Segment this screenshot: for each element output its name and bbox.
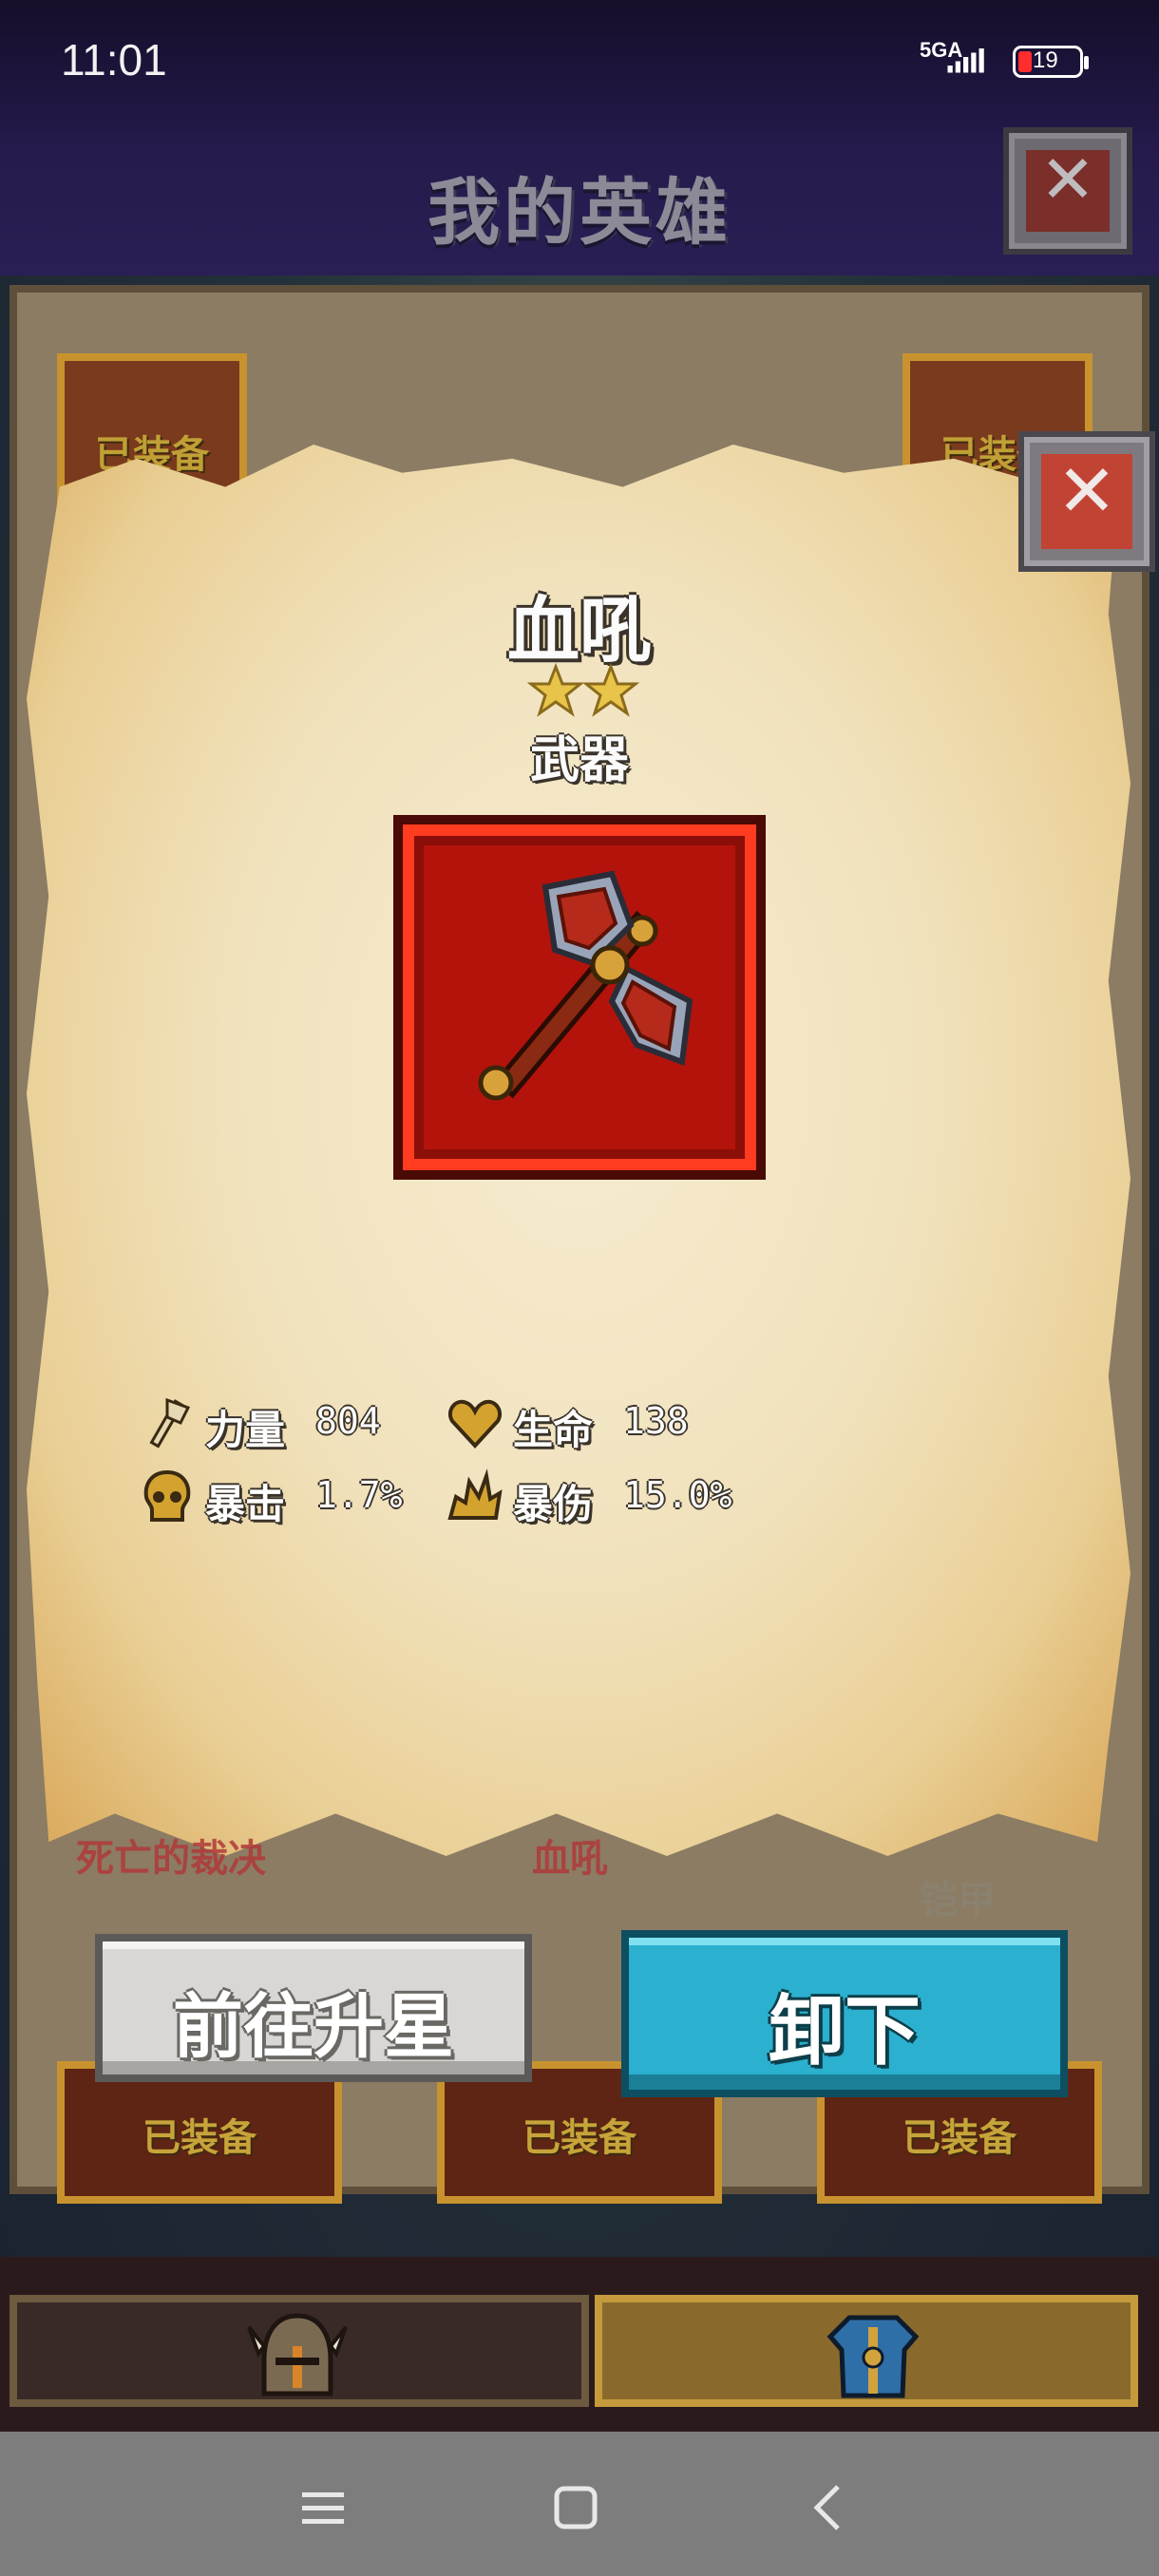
popup-close-button[interactable]: ✕ (1018, 431, 1155, 572)
close-icon: ✕ (1056, 448, 1117, 533)
helmet-icon (247, 2313, 348, 2396)
header-close-button[interactable]: ✕ (1003, 127, 1132, 255)
battery-level: 19 (1033, 47, 1058, 73)
home-icon[interactable] (538, 2470, 614, 2546)
close-icon: ✕ (1039, 141, 1096, 218)
system-nav-bar (0, 2432, 1159, 2576)
star-rating (527, 663, 640, 717)
axe-icon (149, 1397, 191, 1449)
bg-equip-slot: 已装备 (57, 2061, 342, 2204)
stat-crit-rate: 暴击 1.7% (139, 1468, 424, 1535)
upgrade-star-label: 前往升星 (173, 1986, 454, 2068)
heart-icon (447, 1399, 503, 1449)
stat-label: 暴击 (205, 1481, 286, 1527)
signal-icon (947, 48, 984, 73)
tab-hero-helmet[interactable] (10, 2295, 589, 2407)
stat-value: 804 (315, 1400, 381, 1442)
stat-label: 生命 (513, 1407, 594, 1453)
stat-label: 力量 (205, 1407, 286, 1453)
unequip-button[interactable]: 卸下 (621, 1930, 1068, 2097)
stat-crit-damage: 暴伤 15.0% (446, 1468, 750, 1535)
bg-item-label: 死亡的裁决 (76, 1837, 266, 1881)
menu-icon[interactable] (285, 2470, 361, 2546)
unequip-label: 卸下 (769, 1987, 921, 2075)
armor-icon (826, 2315, 920, 2398)
status-time: 11:01 (61, 35, 167, 85)
bg-item-label: 铠甲 (920, 1879, 996, 1923)
item-type: 武器 (529, 732, 629, 789)
upgrade-star-button[interactable]: 前往升星 (95, 1934, 532, 2082)
item-icon-frame (393, 815, 766, 1180)
star-icon (581, 663, 640, 717)
hero-tab-bar (0, 2257, 1159, 2432)
skull-icon (143, 1469, 191, 1522)
stat-value: 138 (623, 1400, 689, 1442)
burst-icon (447, 1468, 503, 1520)
item-name: 血吼 (507, 588, 652, 672)
stat-value: 15.0% (623, 1474, 732, 1516)
back-icon[interactable] (790, 2470, 866, 2546)
stat-health: 生命 138 (446, 1394, 732, 1461)
battery-icon: 19 (1013, 46, 1089, 78)
star-icon (527, 663, 585, 717)
stat-value: 1.7% (315, 1474, 403, 1516)
stat-label: 暴伤 (513, 1481, 594, 1527)
battle-axe-icon (478, 870, 694, 1101)
stat-strength: 力量 804 (139, 1394, 424, 1461)
status-bar: 11:01 5GA 19 (0, 0, 1159, 133)
page-title: 我的英雄 (428, 170, 732, 255)
bg-item-label: 血吼 (532, 1837, 608, 1881)
tab-hero-armor[interactable] (595, 2295, 1138, 2407)
